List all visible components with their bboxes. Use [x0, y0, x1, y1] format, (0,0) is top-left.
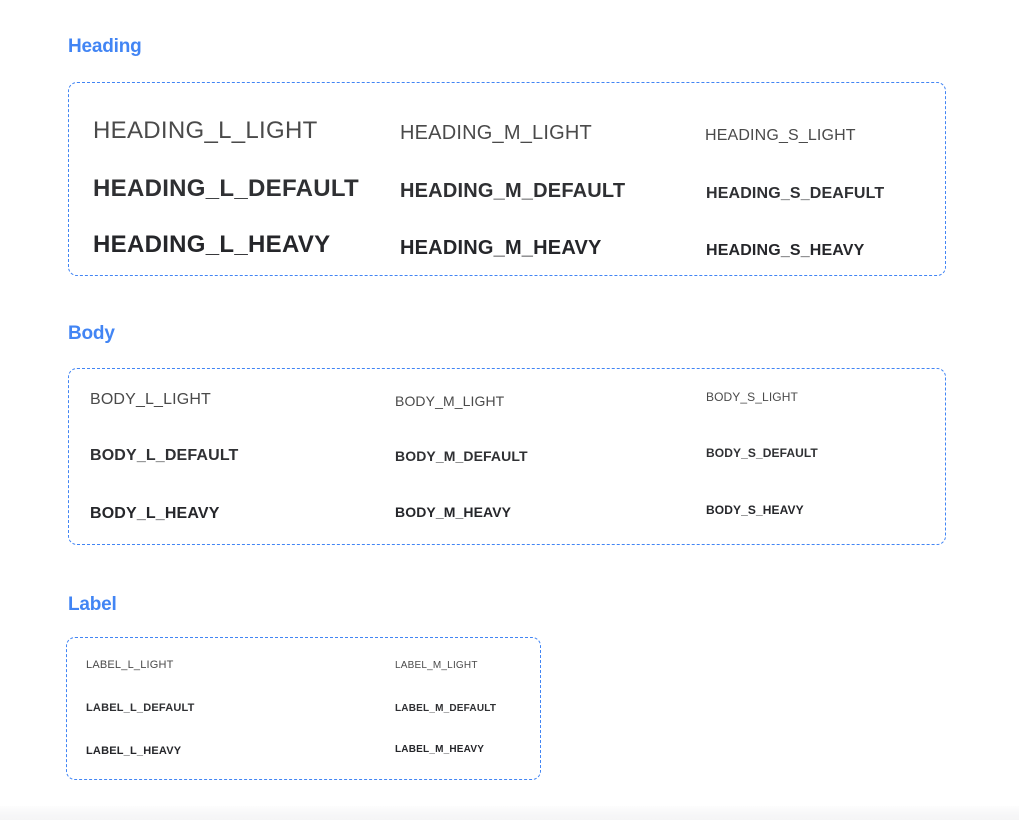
specimen-heading-l-heavy: HEADING_L_HEAVY	[93, 231, 331, 258]
specimen-body-s-default: BODY_S_DEFAULT	[706, 446, 818, 460]
specimen-heading-m-light: HEADING_M_LIGHT	[400, 122, 592, 144]
section-title-heading: Heading	[68, 36, 142, 57]
specimen-heading-l-default: HEADING_L_DEFAULT	[93, 175, 360, 202]
specimen-body-s-heavy: BODY_S_HEAVY	[706, 503, 804, 517]
specimen-label-l-light: LABEL_L_LIGHT	[86, 659, 174, 671]
section-title-body: Body	[68, 323, 115, 344]
specimen-heading-s-light: HEADING_S_LIGHT	[705, 127, 856, 144]
specimen-label-l-heavy: LABEL_L_HEAVY	[86, 745, 182, 757]
specimen-heading-s-default: HEADING_S_DEAFULT	[706, 185, 885, 202]
specimen-body-m-default: BODY_M_DEFAULT	[395, 448, 528, 464]
typography-specimen-page: Heading HEADING_L_LIGHT HEADING_M_LIGHT …	[0, 0, 1019, 820]
specimen-label-l-default: LABEL_L_DEFAULT	[86, 702, 195, 714]
specimen-body-l-heavy: BODY_L_HEAVY	[90, 505, 220, 522]
specimen-box-body: BODY_L_LIGHT BODY_M_LIGHT BODY_S_LIGHT B…	[68, 368, 946, 545]
specimen-box-label: LABEL_L_LIGHT LABEL_M_LIGHT LABEL_L_DEFA…	[66, 637, 541, 780]
specimen-heading-s-heavy: HEADING_S_HEAVY	[706, 242, 865, 259]
specimen-body-l-light: BODY_L_LIGHT	[90, 391, 211, 408]
specimen-body-l-default: BODY_L_DEFAULT	[90, 447, 239, 464]
specimen-box-heading: HEADING_L_LIGHT HEADING_M_LIGHT HEADING_…	[68, 82, 946, 276]
specimen-heading-l-light: HEADING_L_LIGHT	[93, 117, 318, 144]
specimen-body-s-light: BODY_S_LIGHT	[706, 390, 798, 404]
specimen-label-m-light: LABEL_M_LIGHT	[395, 660, 478, 671]
specimen-label-m-default: LABEL_M_DEFAULT	[395, 703, 497, 714]
specimen-label-m-heavy: LABEL_M_HEAVY	[395, 744, 485, 755]
specimen-heading-m-heavy: HEADING_M_HEAVY	[400, 237, 602, 259]
footer-band	[0, 806, 1019, 820]
specimen-heading-m-default: HEADING_M_DEFAULT	[400, 180, 626, 202]
section-title-label: Label	[68, 594, 117, 615]
specimen-body-m-light: BODY_M_LIGHT	[395, 393, 505, 409]
specimen-body-m-heavy: BODY_M_HEAVY	[395, 504, 512, 520]
